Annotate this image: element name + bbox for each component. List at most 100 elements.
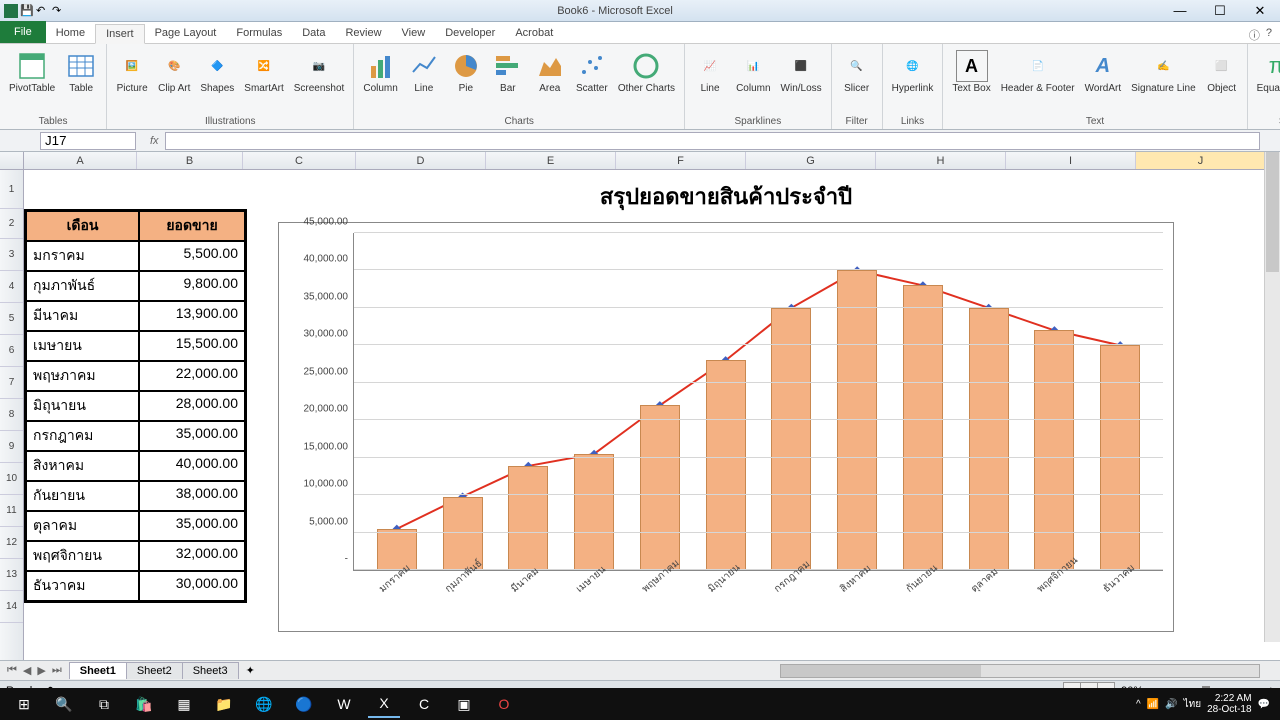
horizontal-scrollbar[interactable] <box>780 664 1260 678</box>
cell-value[interactable]: 35,000.00 <box>139 421 245 451</box>
column-header[interactable]: G <box>746 152 876 169</box>
chart-bar[interactable] <box>640 405 680 570</box>
hyperlink-button[interactable]: 🌐Hyperlink <box>889 48 937 96</box>
row-header[interactable]: 5 <box>0 303 23 335</box>
cell-value[interactable]: 32,000.00 <box>139 541 245 571</box>
formula-input[interactable] <box>165 132 1260 150</box>
cell-month[interactable]: กันยายน <box>26 481 139 511</box>
cell-value[interactable]: 9,800.00 <box>139 271 245 301</box>
column-header[interactable]: J <box>1136 152 1266 169</box>
sheet-nav-last-icon[interactable]: ⏭ <box>49 664 65 677</box>
camtasia-icon[interactable]: C <box>408 690 440 718</box>
sheet-tab[interactable]: Sheet1 <box>69 662 127 679</box>
row-header[interactable]: 7 <box>0 367 23 399</box>
close-button[interactable]: ✕ <box>1240 0 1280 22</box>
table-row[interactable]: เมษายน15,500.00 <box>26 331 245 361</box>
chrome-icon[interactable]: 🔵 <box>288 690 320 718</box>
table-row[interactable]: มิถุนายน28,000.00 <box>26 391 245 421</box>
cell-month[interactable]: มิถุนายน <box>26 391 139 421</box>
other-charts-button[interactable]: Other Charts <box>615 48 678 96</box>
cell-value[interactable]: 40,000.00 <box>139 451 245 481</box>
object-button[interactable]: ⬜Object <box>1203 48 1241 96</box>
header-footer-button[interactable]: 📄Header & Footer <box>998 48 1078 96</box>
search-icon[interactable]: 🔍 <box>48 690 80 718</box>
redo-icon[interactable]: ↷ <box>52 4 66 18</box>
row-header[interactable]: 9 <box>0 431 23 463</box>
sparkline-line-button[interactable]: 📈Line <box>691 48 729 96</box>
column-chart-button[interactable]: Column <box>360 48 400 96</box>
row-header[interactable]: 11 <box>0 495 23 527</box>
fx-icon[interactable]: fx <box>144 135 165 147</box>
cell-month[interactable]: สิงหาคม <box>26 451 139 481</box>
chart-bar[interactable] <box>1034 330 1074 570</box>
file-explorer-icon[interactable]: 📁 <box>208 690 240 718</box>
table-header-sales[interactable]: ยอดขาย <box>139 211 245 241</box>
sheet-nav-next-icon[interactable]: ▶ <box>34 664 48 677</box>
row-header[interactable]: 13 <box>0 559 23 591</box>
new-sheet-icon[interactable]: ✦ <box>238 664 263 677</box>
line-chart-button[interactable]: Line <box>405 48 443 96</box>
column-header[interactable]: C <box>243 152 356 169</box>
cell-month[interactable]: ธันวาคม <box>26 571 139 601</box>
store-icon[interactable]: 🛍️ <box>128 690 160 718</box>
chart-bar[interactable] <box>903 285 943 570</box>
column-header[interactable]: B <box>137 152 243 169</box>
chart-bar[interactable] <box>706 360 746 570</box>
tab-developer[interactable]: Developer <box>435 24 505 43</box>
chart-bar[interactable] <box>574 454 614 570</box>
equation-button[interactable]: πEquation <box>1254 48 1280 96</box>
sparkline-column-button[interactable]: 📊Column <box>733 48 773 96</box>
file-tab[interactable]: File <box>0 21 46 43</box>
chart[interactable]: สรุปยอดขายสินค้าประจำปี -5,000.0010,000.… <box>276 175 1176 645</box>
cell-value[interactable]: 30,000.00 <box>139 571 245 601</box>
tab-view[interactable]: View <box>392 24 436 43</box>
cell-month[interactable]: ตุลาคม <box>26 511 139 541</box>
row-header[interactable]: 1 <box>0 170 23 209</box>
column-header[interactable]: A <box>24 152 137 169</box>
cell-month[interactable]: พฤษภาคม <box>26 361 139 391</box>
cell-value[interactable]: 15,500.00 <box>139 331 245 361</box>
tab-review[interactable]: Review <box>335 24 391 43</box>
clipart-button[interactable]: 🎨Clip Art <box>155 48 193 96</box>
task-view-icon[interactable]: ⧉ <box>88 690 120 718</box>
pie-chart-button[interactable]: Pie <box>447 48 485 96</box>
cell-value[interactable]: 22,000.00 <box>139 361 245 391</box>
worksheet-grid[interactable]: 1234567891011121314 เดือน ยอดขาย มกราคม5… <box>0 170 1280 660</box>
table-row[interactable]: กันยายน38,000.00 <box>26 481 245 511</box>
column-header[interactable]: E <box>486 152 616 169</box>
table-row[interactable]: กรกฎาคม35,000.00 <box>26 421 245 451</box>
chart-bar[interactable] <box>1100 345 1140 570</box>
table-row[interactable]: พฤศจิกายน32,000.00 <box>26 541 245 571</box>
column-header[interactable]: I <box>1006 152 1136 169</box>
table-row[interactable]: กุมภาพันธ์9,800.00 <box>26 271 245 301</box>
table-button[interactable]: Table <box>62 48 100 96</box>
cell-value[interactable]: 38,000.00 <box>139 481 245 511</box>
tray-network-icon[interactable]: 📶 <box>1147 699 1159 710</box>
opera-icon[interactable]: O <box>488 690 520 718</box>
excel-taskbar-icon[interactable]: X <box>368 690 400 718</box>
tab-formulas[interactable]: Formulas <box>226 24 292 43</box>
tab-data[interactable]: Data <box>292 24 335 43</box>
cell-month[interactable]: มีนาคม <box>26 301 139 331</box>
cell-month[interactable]: กุมภาพันธ์ <box>26 271 139 301</box>
cell-value[interactable]: 28,000.00 <box>139 391 245 421</box>
name-box[interactable] <box>40 132 136 150</box>
cell-month[interactable]: พฤศจิกายน <box>26 541 139 571</box>
minimize-ribbon-icon[interactable]: ⓘ <box>1249 27 1260 43</box>
cell-value[interactable]: 5,500.00 <box>139 241 245 271</box>
cell-month[interactable]: กรกฎาคม <box>26 421 139 451</box>
tray-expand-icon[interactable]: ^ <box>1136 699 1141 710</box>
sheet-tab[interactable]: Sheet2 <box>126 662 183 679</box>
row-header[interactable]: 2 <box>0 209 23 239</box>
picture-button[interactable]: 🖼️Picture <box>113 48 151 96</box>
table-row[interactable]: พฤษภาคม22,000.00 <box>26 361 245 391</box>
cell-value[interactable]: 13,900.00 <box>139 301 245 331</box>
wordart-button[interactable]: AWordArt <box>1082 48 1125 96</box>
row-header[interactable]: 12 <box>0 527 23 559</box>
cell-value[interactable]: 35,000.00 <box>139 511 245 541</box>
chart-bar[interactable] <box>508 466 548 570</box>
slicer-button[interactable]: 🔍Slicer <box>838 48 876 96</box>
tab-insert[interactable]: Insert <box>95 24 145 44</box>
textbox-button[interactable]: AText Box <box>949 48 993 96</box>
row-header[interactable]: 6 <box>0 335 23 367</box>
